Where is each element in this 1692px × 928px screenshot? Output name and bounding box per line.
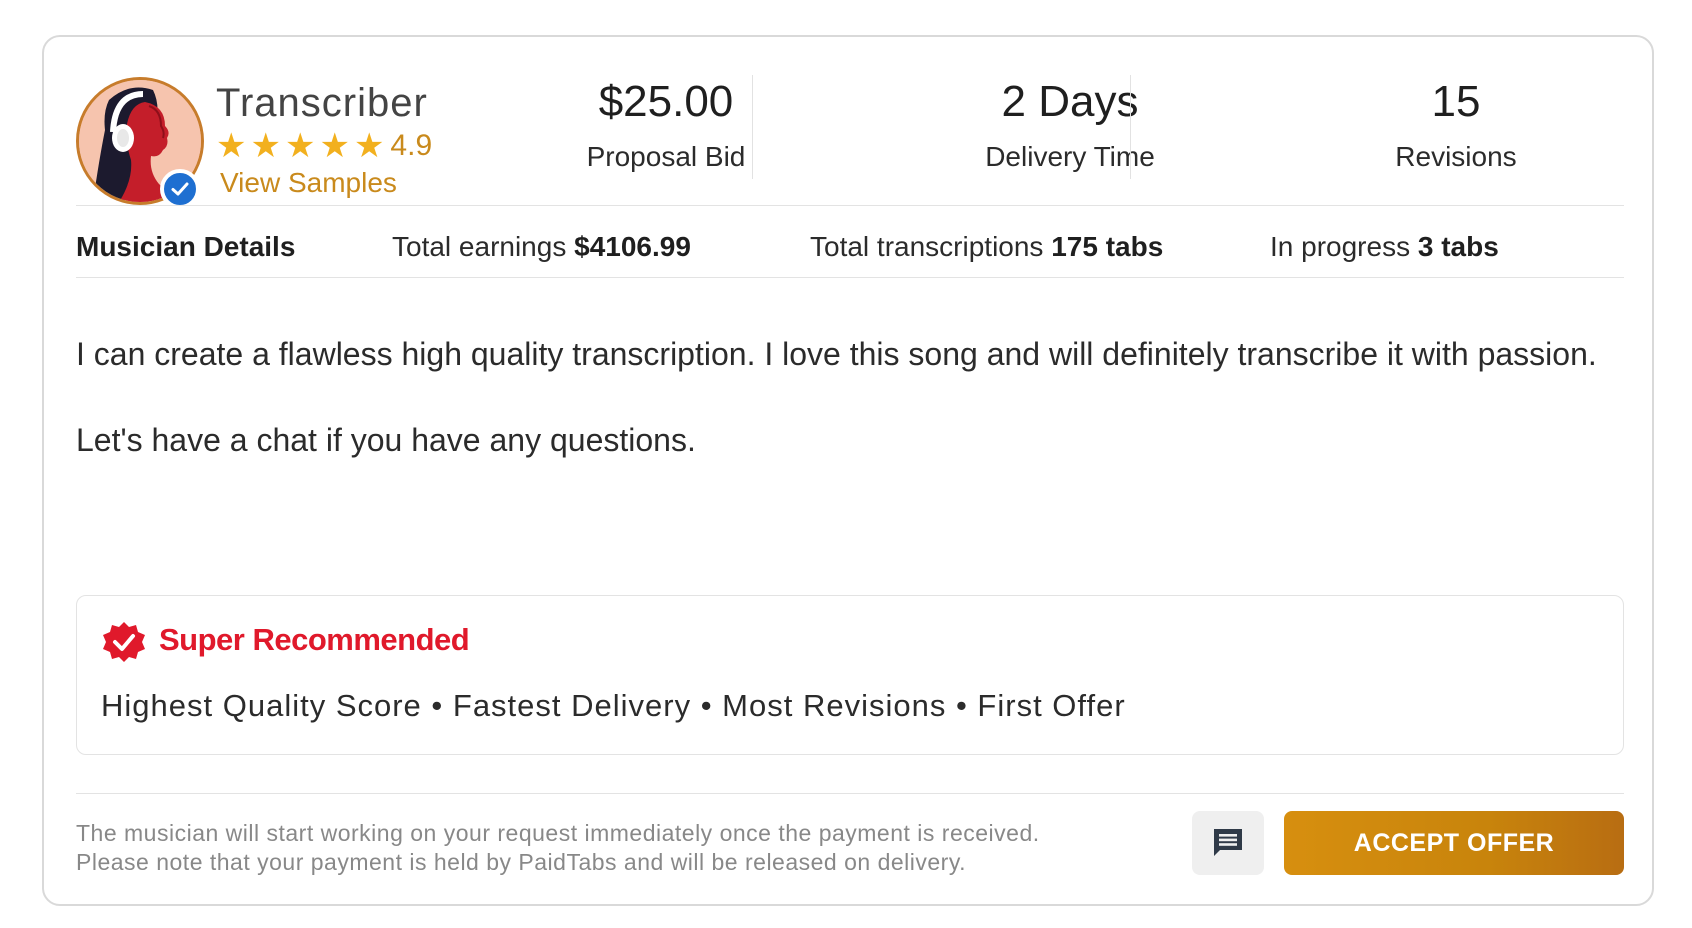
- delivery-value: 2 Days: [1001, 77, 1139, 126]
- stat-divider: [1130, 75, 1131, 179]
- musician-details-heading: Musician Details: [76, 231, 296, 262]
- verified-seal-icon: [103, 622, 145, 662]
- recommendation-box: Super Recommended Highest Quality Score …: [76, 595, 1624, 755]
- divider: [76, 277, 1624, 278]
- revisions-label: Revisions: [1395, 141, 1517, 172]
- total-earnings: Total earnings $4106.99: [392, 231, 691, 262]
- revisions-value: 15: [1431, 77, 1481, 126]
- verified-badge: [160, 169, 200, 209]
- musician-name: Transcriber: [216, 81, 428, 125]
- divider: [76, 793, 1624, 794]
- rating-value: 4.9: [390, 129, 433, 162]
- payment-note-line: The musician will start working on your …: [76, 820, 1040, 846]
- recommendation-title: Super Recommended: [159, 622, 470, 657]
- offer-card: Transcriber ★ ★ ★ ★ ★ 4.9 View Samples $…: [42, 35, 1654, 906]
- star-icon: ★: [250, 127, 281, 165]
- check-badge-icon: [171, 182, 189, 196]
- divider: [76, 205, 1624, 206]
- payment-note-line: Please note that your payment is held by…: [76, 849, 967, 875]
- star-icon: ★: [319, 127, 350, 165]
- chat-button[interactable]: [1192, 811, 1264, 875]
- delivery-label: Delivery Time: [985, 141, 1155, 172]
- star-icon: ★: [353, 127, 385, 165]
- star-icon: ★: [216, 127, 247, 165]
- revisions-stat: 15 Revisions: [1306, 77, 1606, 173]
- stat-divider: [752, 75, 753, 179]
- chat-message-icon: [1214, 829, 1242, 856]
- proposal-bid-stat: $25.00 Proposal Bid: [526, 77, 806, 173]
- star-icon: ★: [284, 127, 316, 165]
- bid-value: $25.00: [598, 77, 734, 126]
- rating-stars: ★ ★ ★ ★ ★ 4.9: [216, 129, 432, 163]
- proposal-message: I can create a flawless high quality tra…: [76, 333, 1624, 462]
- recommendation-tags: Highest Quality Score • Fastest Delivery…: [101, 688, 1126, 723]
- total-transcriptions: Total transcriptions 175 tabs: [810, 231, 1164, 262]
- bid-label: Proposal Bid: [586, 141, 746, 172]
- message-paragraph: I can create a flawless high quality tra…: [76, 336, 1597, 372]
- message-paragraph: Let's have a chat if you have any questi…: [76, 422, 696, 458]
- payment-note: The musician will start working on your …: [76, 819, 1040, 877]
- delivery-time-stat: 2 Days Delivery Time: [920, 77, 1220, 173]
- accept-offer-button[interactable]: ACCEPT OFFER: [1284, 811, 1624, 875]
- in-progress: In progress 3 tabs: [1270, 231, 1499, 262]
- view-samples-link[interactable]: View Samples: [220, 167, 397, 199]
